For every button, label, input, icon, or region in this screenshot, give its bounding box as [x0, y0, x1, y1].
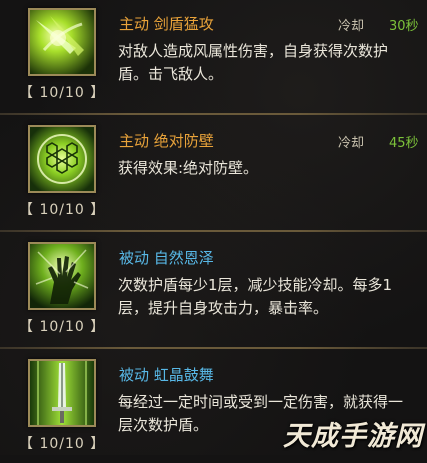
skill-level: 【 10/10 】 [19, 202, 106, 218]
skill-name: 虹晶鼓舞 [153, 366, 214, 384]
skill-name: 绝对防壁 [153, 132, 214, 150]
skill-description: 对敌人造成风属性伤害，自身获得次数护盾。击飞敌人。 [118, 42, 389, 83]
skill-type: 被动 [119, 249, 150, 267]
skill-level: 【 10/10 】 [19, 436, 106, 452]
cooldown-label: 冷却 [338, 136, 365, 151]
skill-row-3[interactable]: 【 10/10 】 被动 自然恩泽 次数护盾每少1层，减少技能冷却。每多1层，提… [0, 236, 427, 346]
cooldown-label: 冷却 [338, 19, 365, 34]
skill-level: 【 10/10 】 [19, 319, 106, 335]
skill-title: 被动 自然恩泽 [119, 247, 214, 268]
nature-hand-icon [28, 242, 96, 310]
skill-description: 次数护盾每少1层，减少技能冷却。每多1层，提升自身攻击力，暴击率。 [118, 276, 393, 317]
skill-title: 被动 虹晶鼓舞 [119, 364, 214, 385]
sword-shield-strike-icon [28, 8, 96, 76]
skill-level: 【 10/10 】 [19, 85, 106, 101]
skill-name: 剑盾猛攻 [153, 15, 214, 33]
skill-name: 自然恩泽 [153, 249, 214, 267]
crystal-sword-icon [28, 359, 96, 427]
divider [0, 347, 427, 349]
skill-row-1[interactable]: 【 10/10 】 主动 剑盾猛攻 冷却 30秒 对敌人造成风属性伤害，自身获得… [0, 2, 427, 112]
skill-title: 主动 绝对防壁 [119, 130, 214, 151]
skill-description: 获得效果:绝对防壁。 [118, 159, 259, 177]
skill-type: 主动 [119, 132, 150, 150]
watermark: 天成手游网 [283, 421, 423, 452]
skill-type: 主动 [119, 15, 150, 33]
skill-title: 主动 剑盾猛攻 [119, 13, 214, 34]
divider [0, 230, 427, 232]
skill-type: 被动 [119, 366, 150, 384]
divider [0, 113, 427, 115]
hex-barrier-icon [28, 125, 96, 193]
skill-row-2[interactable]: 【 10/10 】 主动 绝对防壁 冷却 45秒 获得效果:绝对防壁。 [0, 119, 427, 229]
cooldown-value: 30秒 [389, 19, 419, 34]
cooldown-value: 45秒 [389, 136, 419, 151]
